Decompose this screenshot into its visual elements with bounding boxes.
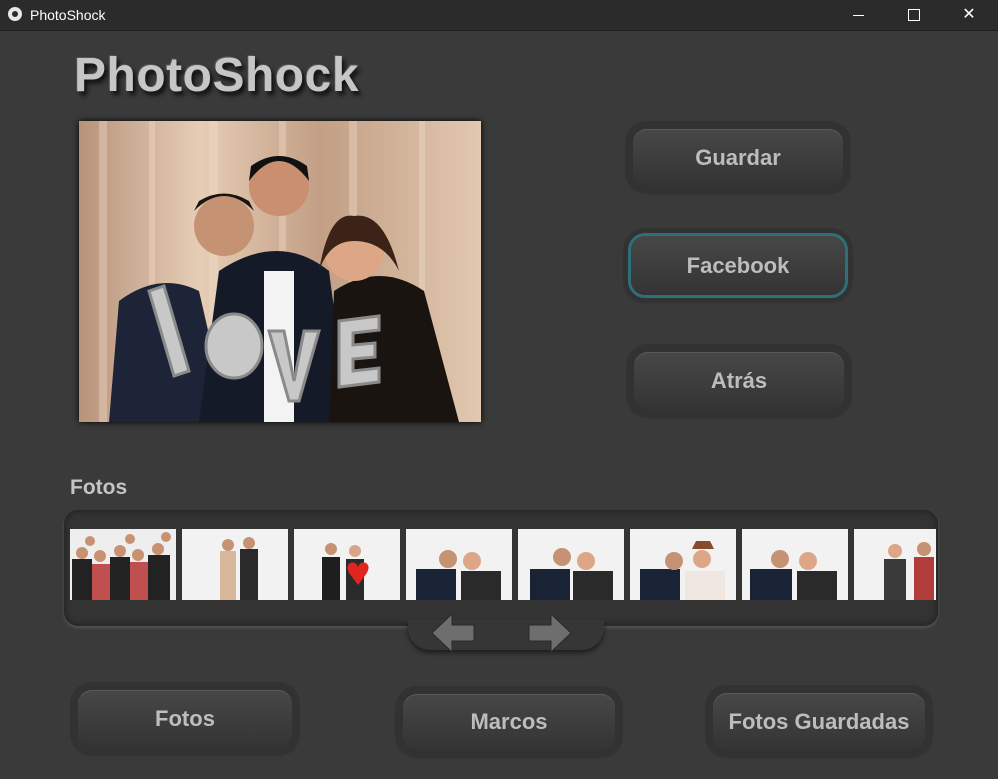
title-bar: PhotoShock ✕ [0,0,998,31]
thumbnail-image [854,529,936,600]
thumbnail-item[interactable] [854,529,936,600]
thumbnail-item[interactable] [406,529,512,600]
save-button[interactable]: Guardar [633,129,843,186]
saved-photos-nav-button[interactable]: Fotos Guardadas [713,693,925,750]
thumbnail-item[interactable] [742,529,848,600]
main-photo-preview [79,121,481,422]
thumbnail-item[interactable] [70,529,176,600]
photo-image [79,121,481,422]
thumbnail-image [630,529,736,600]
photos-nav-button[interactable]: Fotos [78,690,292,748]
thumbnail-image [406,529,512,600]
thumbnail-image [518,529,624,600]
minimize-icon [853,15,864,16]
app-logo-title: PhotoShock [74,49,360,102]
frames-nav-button[interactable]: Marcos [403,694,615,750]
maximize-button[interactable] [891,0,937,30]
minimize-button[interactable] [836,0,882,30]
thumbnail-image [742,529,848,600]
arrow-left-icon[interactable] [430,612,476,654]
thumbnail-image [294,529,400,600]
photos-section-label: Fotos [70,476,128,499]
back-button[interactable]: Atrás [634,352,844,410]
close-button[interactable]: ✕ [946,0,992,30]
thumbnail-item[interactable] [518,529,624,600]
arrow-right-icon[interactable] [527,612,573,654]
thumbnail-item[interactable] [630,529,736,600]
window-title: PhotoShock [30,7,106,23]
close-icon: ✕ [962,6,976,23]
camera-icon [8,7,22,21]
thumbnail-item[interactable] [294,529,400,600]
facebook-button[interactable]: Facebook [631,236,845,295]
thumbnail-image [70,529,176,600]
maximize-icon [908,9,920,21]
thumbnail-item[interactable] [182,529,288,600]
thumbnail-list [70,529,936,600]
thumbnail-image [182,529,288,600]
